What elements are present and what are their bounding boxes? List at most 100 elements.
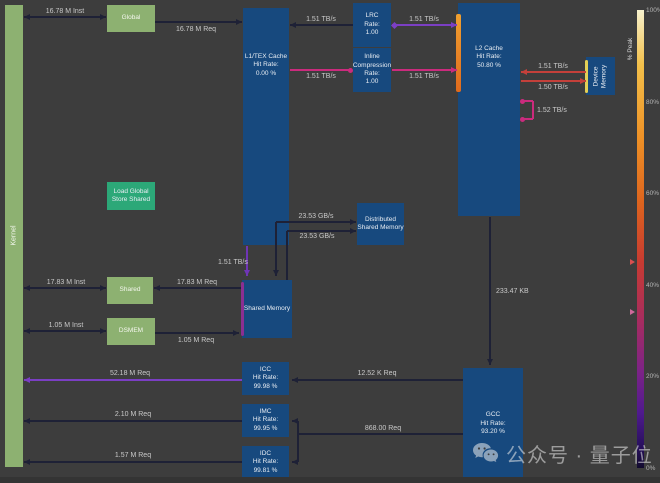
link-label-bytes-l2-gcc: 233.47 KB (496, 288, 529, 296)
link-label-req-idc-kernel: 1.57 M Req (115, 452, 151, 460)
link-arrowhead-bw-lrc-l1 (290, 22, 296, 28)
link-arrowhead-bw-dsm-upper (273, 270, 279, 276)
l2-cache-node[interactable]: L2 Cache Hit Rate: 50.80 % (458, 3, 520, 216)
load-global-store-shared-node[interactable]: Load Global Store Shared (107, 182, 155, 210)
link-label-bw-l2-devmem: 1.50 TB/s (538, 84, 568, 92)
link-arrowhead-req-dsmem-sharedmem (233, 330, 239, 336)
link-arrowhead-req-gcc-icc (292, 377, 298, 383)
chart-bottom-edge (0, 477, 660, 483)
l1-tex-cache-node[interactable]: L1/TEX Cache Hit Rate: 0.00 % (243, 8, 289, 245)
link-arrowhead-req-idc-kernel (24, 459, 30, 465)
link-label-bw-lrc-l2: 1.51 TB/s (409, 16, 439, 24)
link-arrowhead-req-icc-kernel (24, 377, 30, 383)
link-arrowhead-inst-kernel-global (100, 14, 106, 20)
link-line-req-idc-kernel (24, 461, 242, 463)
dsmem-label: DSMEM (119, 327, 143, 335)
link-label-req-gcc-icc: 12.52 K Req (358, 370, 397, 378)
link-line-bw-l2-devmem (521, 80, 586, 82)
shared-node[interactable]: Shared (107, 277, 153, 304)
link-label-req-gcc-imc-idc: 868.00 Req (365, 425, 401, 433)
link-arrowhead-inst-kernel-dsmem (24, 328, 30, 334)
link-label-req-global-l1: 16.78 M Req (176, 26, 216, 34)
link-arrowhead-inst-kernel-shared (100, 285, 106, 291)
imc-label: IMC Hit Rate: 99.95 % (253, 408, 278, 433)
link-line-req-global-l1 (155, 21, 242, 23)
idc-label: IDC Hit Rate: 99.81 % (253, 450, 278, 475)
link-endpoint-bw-l1-inline (348, 68, 353, 73)
link-line-bytes-l2-gcc (489, 217, 491, 365)
link-line-req-imc-kernel (24, 420, 242, 422)
link-line-bw-l2-loop (532, 101, 534, 119)
kernel-label: Kernel (9, 226, 18, 246)
link-line-bw-devmem-l2 (521, 71, 586, 73)
link-line-req-gcc-imc-idc (297, 421, 299, 462)
peak-scale-gradient-bar (637, 10, 644, 468)
link-arrowhead-bw-devmem-l2 (521, 69, 527, 75)
l1-tex-cache-label: L1/TEX Cache Hit Rate: 0.00 % (245, 53, 287, 78)
device-memory-node[interactable]: Device Memory (586, 57, 615, 95)
link-label-req-icc-kernel: 52.18 M Req (110, 370, 150, 378)
link-label-bw-l1-inline: 1.51 TB/s (306, 73, 336, 81)
peak-scale-title: % Peak (627, 28, 637, 70)
link-line-bw-dsm-upper (276, 221, 356, 223)
peak-scale-tick: 100% (646, 7, 660, 14)
link-endpoint-bw-l2-loop (520, 117, 525, 122)
link-arrowhead-bytes-l2-gcc (487, 359, 493, 365)
link-line-bw-dsm-lower (287, 230, 356, 232)
link-endpoint-bw-lrc-l2 (390, 21, 397, 28)
link-endpoint-bw-l2-loop (520, 99, 525, 104)
distributed-shared-memory-label: Distributed Shared Memory (357, 216, 403, 233)
link-label-req-sharedmem-shared: 17.83 M Req (177, 279, 217, 287)
link-label-bw-dsm-upper: 23.53 GB/s (298, 213, 333, 221)
peak-scale-tick: 80% (646, 99, 659, 106)
peak-scale-tick: 60% (646, 190, 659, 197)
link-label-bw-devmem-l2: 1.51 TB/s (538, 63, 568, 71)
lgss-label: Load Global Store Shared (112, 188, 150, 205)
link-label-inst-kernel-global: 16.78 M Inst (46, 8, 85, 16)
link-arrowhead-bw-inline-l2 (451, 67, 457, 73)
link-line-bw-lrc-l2 (392, 24, 457, 26)
distributed-shared-memory-node[interactable]: Distributed Shared Memory (357, 203, 404, 245)
link-arrowhead-inst-kernel-shared (24, 285, 30, 291)
idc-node[interactable]: IDC Hit Rate: 99.81 % (242, 446, 289, 479)
dsmem-node[interactable]: DSMEM (107, 318, 155, 345)
link-arrowhead-inst-kernel-dsmem (100, 328, 106, 334)
link-arrowhead-req-gcc-imc-idc (292, 459, 298, 465)
memory-workload-chart: Kernel Global Load Global Store Shared S… (0, 0, 660, 483)
link-arrowhead-bw-lrc-l2 (451, 22, 457, 28)
link-line-bw-l1-inline (290, 69, 351, 71)
link-line-req-gcc-icc (292, 379, 463, 381)
link-arrowhead-req-global-l1 (236, 19, 242, 25)
link-arrowhead-bw-l1-sharedmem (244, 270, 250, 276)
link-line-inst-kernel-global (24, 16, 106, 18)
shared-memory-port-utilization-bar (241, 282, 244, 336)
inline-compression-node[interactable]: Inline Compression Rate: 1.00 (353, 48, 391, 92)
link-label-bw-l2-loop: 1.52 TB/s (537, 107, 567, 115)
gcc-label: GCC Hit Rate: 93.20 % (480, 411, 505, 436)
link-arrowhead-req-sharedmem-shared (154, 285, 160, 291)
shared-memory-node[interactable]: Shared Memory (242, 280, 292, 338)
link-label-inst-kernel-shared: 17.83 M Inst (47, 279, 86, 287)
shared-label: Shared (120, 286, 141, 294)
link-line-inst-kernel-dsmem (24, 330, 106, 332)
peak-scale-tick: 40% (646, 282, 659, 289)
peak-scale-marker (630, 309, 635, 315)
link-arrowhead-bw-dsm-upper (350, 219, 356, 225)
link-line-req-gcc-imc-idc (298, 433, 463, 435)
link-label-req-dsmem-sharedmem: 1.05 M Req (178, 337, 214, 345)
wechat-icon (472, 442, 499, 466)
peak-scale-marker (630, 259, 635, 265)
watermark: 公众号 · 量子位 (472, 439, 653, 468)
device-memory-port-utilization-bar (585, 60, 588, 93)
kernel-node[interactable]: Kernel (5, 5, 23, 467)
link-label-bw-l1-sharedmem: 1.51 TB/s (218, 259, 248, 267)
link-line-bw-dsm-upper (275, 222, 277, 276)
lrc-node[interactable]: LRC Rate: 1.00 (353, 3, 391, 47)
link-arrowhead-req-imc-kernel (24, 418, 30, 424)
link-line-req-icc-kernel (24, 379, 242, 381)
imc-node[interactable]: IMC Hit Rate: 99.95 % (242, 404, 289, 437)
peak-scale-tick: 20% (646, 373, 659, 380)
global-node[interactable]: Global (107, 5, 155, 32)
link-line-bw-dsm-lower (286, 231, 288, 280)
icc-node[interactable]: ICC Hit Rate: 99.98 % (242, 362, 289, 395)
